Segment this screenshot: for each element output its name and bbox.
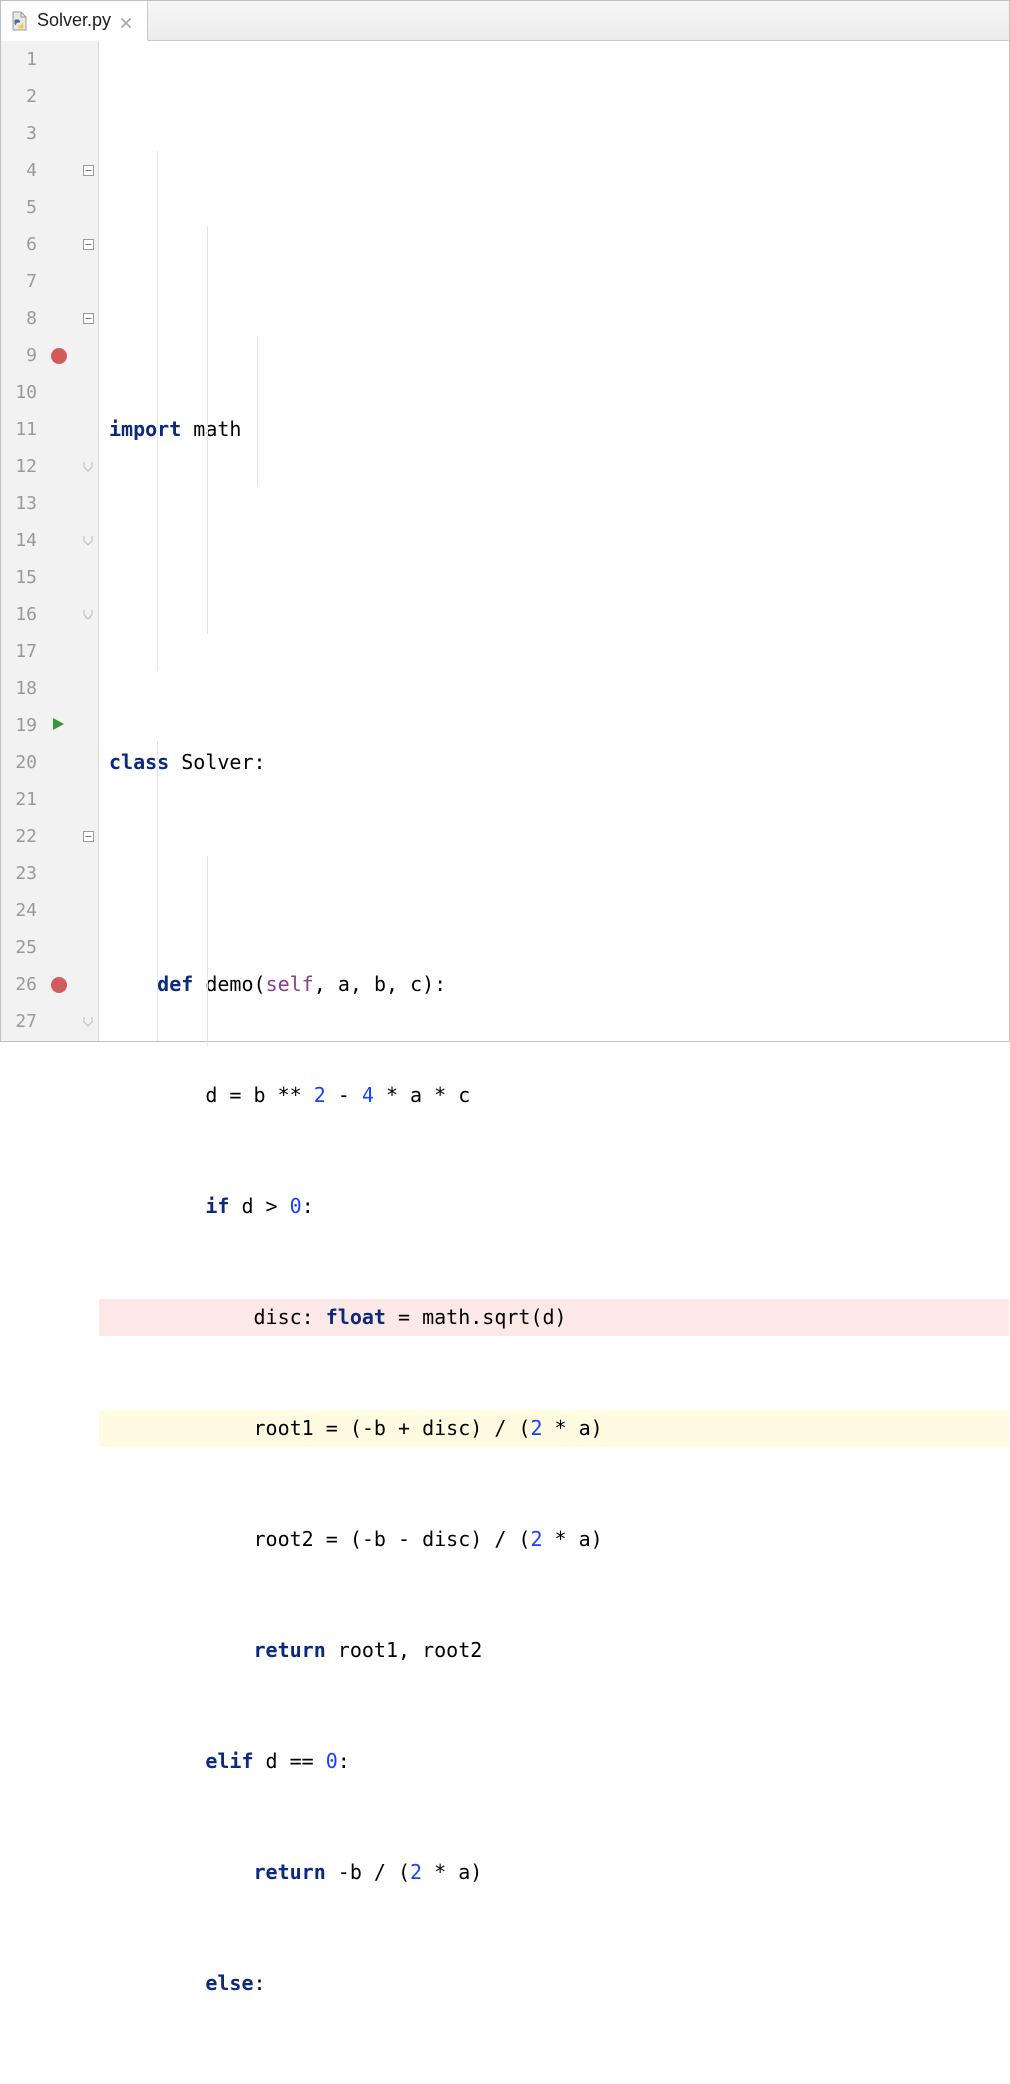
tab-bar: Solver.py (1, 1, 1009, 41)
fold-close-icon[interactable] (80, 596, 96, 633)
gutter-line: 9 (1, 337, 98, 374)
gutter-line: 14 (1, 522, 98, 559)
gutter-line: 22 (1, 818, 98, 855)
fold-minus-icon[interactable] (80, 152, 96, 189)
gutter-line: 27 (1, 1003, 98, 1040)
fold-close-icon[interactable] (80, 522, 96, 559)
code-line (99, 522, 1009, 559)
gutter-line: 1 (1, 41, 98, 78)
python-file-icon (9, 11, 29, 31)
code-line: if d > 0: (99, 1188, 1009, 1225)
gutter-line: 23 (1, 855, 98, 892)
tab-filename: Solver.py (37, 10, 111, 31)
code-line: elif d == 0: (99, 1743, 1009, 1780)
code-line: root2 = (-b - disc) / (2 * a) (99, 1521, 1009, 1558)
gutter-line: 17 (1, 633, 98, 670)
code-line: d = b ** 2 - 4 * a * c (99, 1077, 1009, 1114)
fold-close-icon[interactable] (80, 1003, 96, 1040)
gutter-line: 18 (1, 670, 98, 707)
gutter-line: 10 (1, 374, 98, 411)
code-line: import math (99, 411, 1009, 448)
gutter-line: 25 (1, 929, 98, 966)
gutter-line: 4 (1, 152, 98, 189)
code-line: return "This equation has no roots" (99, 2076, 1009, 2084)
breakpoint-icon[interactable] (51, 977, 67, 993)
close-tab-icon[interactable] (119, 14, 133, 28)
gutter-line: 26 (1, 966, 98, 1003)
gutter-line: 15 (1, 559, 98, 596)
gutter-line: 8 (1, 300, 98, 337)
gutter-line: 20 (1, 744, 98, 781)
gutter-line: 12 (1, 448, 98, 485)
tab-solver-py[interactable]: Solver.py (1, 1, 148, 41)
code-line: root1 = (-b + disc) / (2 * a) (99, 1410, 1009, 1447)
code-line: else: (99, 1965, 1009, 2002)
gutter-line: 16 (1, 596, 98, 633)
code-line (99, 633, 1009, 670)
fold-minus-icon[interactable] (80, 226, 96, 263)
code-line: class Solver: (99, 744, 1009, 781)
gutter-line: 2 (1, 78, 98, 115)
code-line: disc: float = math.sqrt(d) (99, 1299, 1009, 1336)
code-line: return root1, root2 (99, 1632, 1009, 1669)
gutter-line: 24 (1, 892, 98, 929)
gutter-line: 11 (1, 411, 98, 448)
run-icon[interactable] (51, 707, 65, 744)
code-line (99, 855, 1009, 892)
code-line: return -b / (2 * a) (99, 1854, 1009, 1891)
code-editor[interactable]: 1 2 3 4 5 6 7 8 9 10 11 12 13 14 15 16 1… (1, 41, 1009, 1041)
gutter-line: 19 (1, 707, 98, 744)
fold-minus-icon[interactable] (80, 818, 96, 855)
gutter[interactable]: 1 2 3 4 5 6 7 8 9 10 11 12 13 14 15 16 1… (1, 41, 99, 1041)
code-area[interactable]: import math class Solver: def demo(self,… (99, 41, 1009, 1041)
fold-minus-icon[interactable] (80, 300, 96, 337)
gutter-line: 21 (1, 781, 98, 818)
code-line: def demo(self, a, b, c): (99, 966, 1009, 1003)
gutter-line: 5 (1, 189, 98, 226)
gutter-line: 7 (1, 263, 98, 300)
fold-close-icon[interactable] (80, 448, 96, 485)
gutter-line: 3 (1, 115, 98, 152)
breakpoint-icon[interactable] (51, 348, 67, 364)
gutter-line: 6 (1, 226, 98, 263)
gutter-line: 13 (1, 485, 98, 522)
